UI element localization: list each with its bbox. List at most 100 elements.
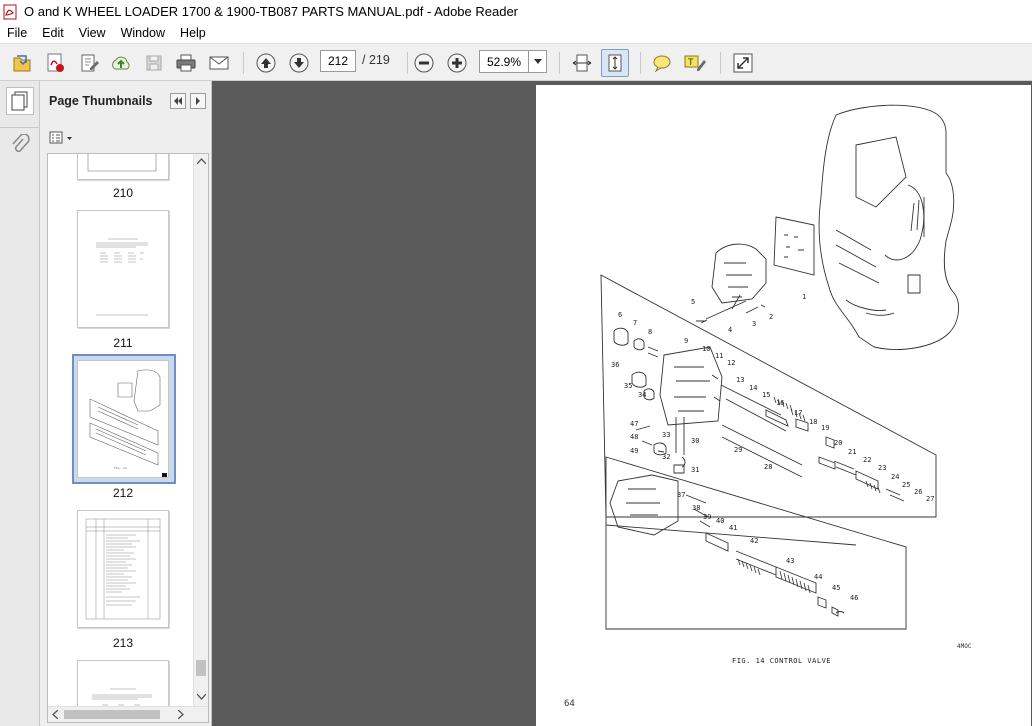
menu-view[interactable]: View [72,23,114,43]
zoom-input[interactable] [480,51,528,72]
svg-text:17: 17 [794,409,802,417]
toolbar-separator [559,52,560,74]
svg-text:37: 37 [677,491,685,499]
toolbar-separator [640,52,641,74]
svg-text:2: 2 [769,313,773,321]
svg-text:14: 14 [749,384,757,392]
thumbnail-label: 210 [112,186,134,200]
scroll-right-icon [178,710,184,719]
print-icon[interactable] [172,49,200,77]
svg-text:18: 18 [809,418,817,426]
thumbnail-page-213[interactable] [77,510,169,628]
create-pdf-icon[interactable] [41,49,69,77]
menu-window[interactable]: Window [114,23,173,43]
svg-text:25: 25 [902,481,910,489]
thumbnail-vertical-scrollbar[interactable] [193,154,208,706]
thumbnail-label: 212 [112,486,134,500]
comment-icon[interactable] [648,49,676,77]
menu-edit[interactable]: Edit [35,23,72,43]
title-bar: O and K WHEEL LOADER 1700 & 1900-TB087 P… [0,0,1032,23]
scrollbar-thumb[interactable] [64,710,160,719]
svg-text:4: 4 [728,326,732,334]
svg-text:34: 34 [638,391,646,399]
svg-text:20: 20 [834,439,842,447]
svg-text:13: 13 [736,376,744,384]
svg-text:23: 23 [878,464,886,472]
scroll-down-icon [197,694,206,700]
zoom-out-icon[interactable] [410,49,438,77]
svg-text:44: 44 [814,573,822,581]
svg-text:45: 45 [832,584,840,592]
menu-bar: File Edit View Window Help [0,23,1032,43]
edit-icon[interactable] [75,49,103,77]
previous-page-icon[interactable] [252,49,280,77]
svg-text:19: 19 [821,424,829,432]
thumbnail-page-212[interactable]: FIG. 14 [77,360,169,478]
svg-text:7: 7 [633,319,637,327]
svg-text:38: 38 [692,504,700,512]
svg-text:11: 11 [715,352,723,360]
thumbnail-page-210[interactable] [77,154,169,180]
svg-text:12: 12 [727,359,735,367]
exploded-parts-drawing: 123 456 789 101112 131415 161718 192021 … [600,104,960,630]
collapse-panel-icon[interactable] [170,93,186,109]
pdf-page: 123 456 789 10 11 12 13 14 15 16 17 18 19 20 21 … [536,85,1031,726]
svg-text:T: T [688,57,694,67]
menu-help[interactable]: Help [173,23,214,43]
svg-text:26: 26 [914,488,922,496]
svg-text:43: 43 [786,557,794,565]
toolbar-separator [720,52,721,74]
figure-code: 4MOC [957,643,972,650]
scrollbar-thumb[interactable] [196,660,206,676]
zoom-select[interactable] [479,50,547,73]
svg-text:49: 49 [630,447,638,455]
svg-text:28: 28 [764,463,772,471]
svg-text:15: 15 [762,391,770,399]
thumbnails-panel: Page Thumbnails 210 211 FIG. 14 212 213 [40,81,212,726]
svg-text:32: 32 [662,453,670,461]
page-total: / 219 [362,53,390,67]
thumbnail-page-211[interactable] [77,210,169,328]
toolbar-separator [243,52,244,74]
adobe-reader-icon [3,4,19,20]
thumbnail-list[interactable]: 210 211 FIG. 14 212 213 [47,153,209,723]
svg-text:1: 1 [802,293,806,301]
svg-text:36: 36 [611,361,619,369]
svg-text:9: 9 [684,337,688,345]
thumbnail-label: 211 [113,336,133,350]
svg-text:3: 3 [752,320,756,328]
menu-file[interactable]: File [0,23,35,43]
svg-text:22: 22 [863,456,871,464]
zoom-in-icon[interactable] [443,49,471,77]
highlight-text-icon[interactable]: T [681,49,709,77]
panel-forward-icon[interactable] [190,93,206,109]
svg-text:16: 16 [776,399,784,407]
navigation-pane-buttons [0,81,40,726]
page-number-input[interactable] [320,50,356,72]
thumbnail-options-icon[interactable] [49,129,75,147]
page-thumbnails-icon[interactable] [6,87,34,115]
fit-page-icon[interactable] [601,49,629,77]
expand-icon[interactable] [729,49,757,77]
thumbnail-label: 213 [112,636,134,650]
open-icon[interactable] [8,49,36,77]
panel-title: Page Thumbnails [49,94,153,108]
svg-text:33: 33 [662,431,670,439]
thumbnail-horizontal-scrollbar[interactable] [48,706,208,722]
chevron-down-icon[interactable] [528,51,546,72]
attachments-icon[interactable] [6,131,34,159]
document-viewport[interactable]: 123 456 789 10 11 12 13 14 15 16 17 18 19 20 21 … [212,81,1032,726]
svg-text:47: 47 [630,420,638,428]
fit-width-icon[interactable] [568,49,596,77]
save-icon[interactable] [140,49,168,77]
svg-text:5: 5 [691,298,695,306]
svg-text:31: 31 [691,466,699,474]
svg-text:27: 27 [926,495,934,503]
next-page-icon[interactable] [285,49,313,77]
upload-icon[interactable] [107,49,135,77]
email-icon[interactable] [205,49,233,77]
figure-caption: FIG. 14 CONTROL VALVE [732,657,832,665]
window-title: O and K WHEEL LOADER 1700 & 1900-TB087 P… [24,4,519,19]
strip-divider [0,127,40,128]
svg-text:30: 30 [691,437,699,445]
